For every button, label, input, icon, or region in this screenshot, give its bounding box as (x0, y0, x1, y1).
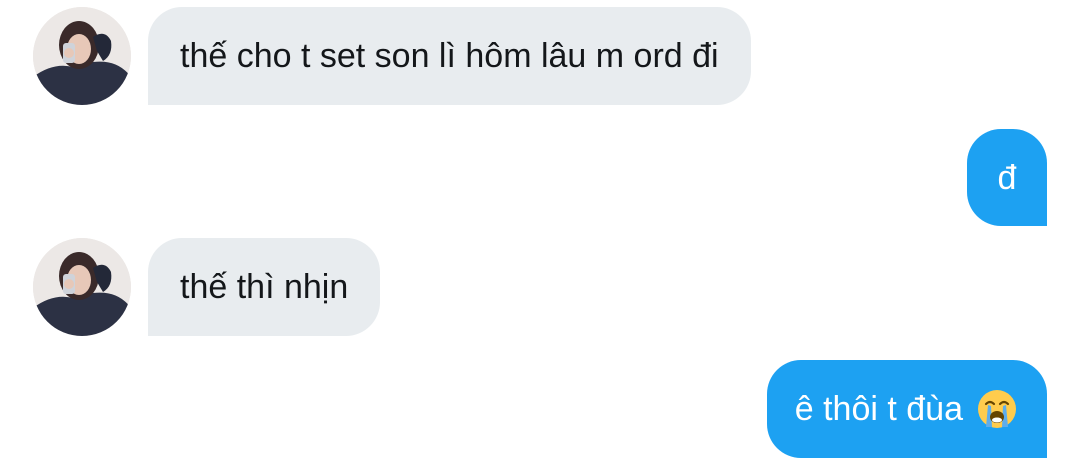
message-bubble-incoming[interactable]: thế cho t set son lì hôm lâu m ord đi (148, 7, 751, 105)
message-text: thế thì nhịn (180, 268, 349, 306)
message-text: thế cho t set son lì hôm lâu m ord đi (180, 37, 719, 75)
loudly-crying-face-icon (975, 387, 1019, 431)
message-bubble-outgoing[interactable]: ê thôi t đùa (766, 360, 1047, 458)
sender-avatar[interactable] (33, 238, 131, 336)
avatar-photo (33, 238, 131, 336)
message-text: ê thôi t đùa (794, 390, 963, 428)
message-bubble-outgoing[interactable]: đ (967, 129, 1047, 226)
avatar-photo (33, 7, 131, 105)
sender-avatar[interactable] (33, 7, 131, 105)
message-bubble-incoming[interactable]: thế thì nhịn (148, 238, 381, 336)
message-text: đ (997, 158, 1017, 197)
